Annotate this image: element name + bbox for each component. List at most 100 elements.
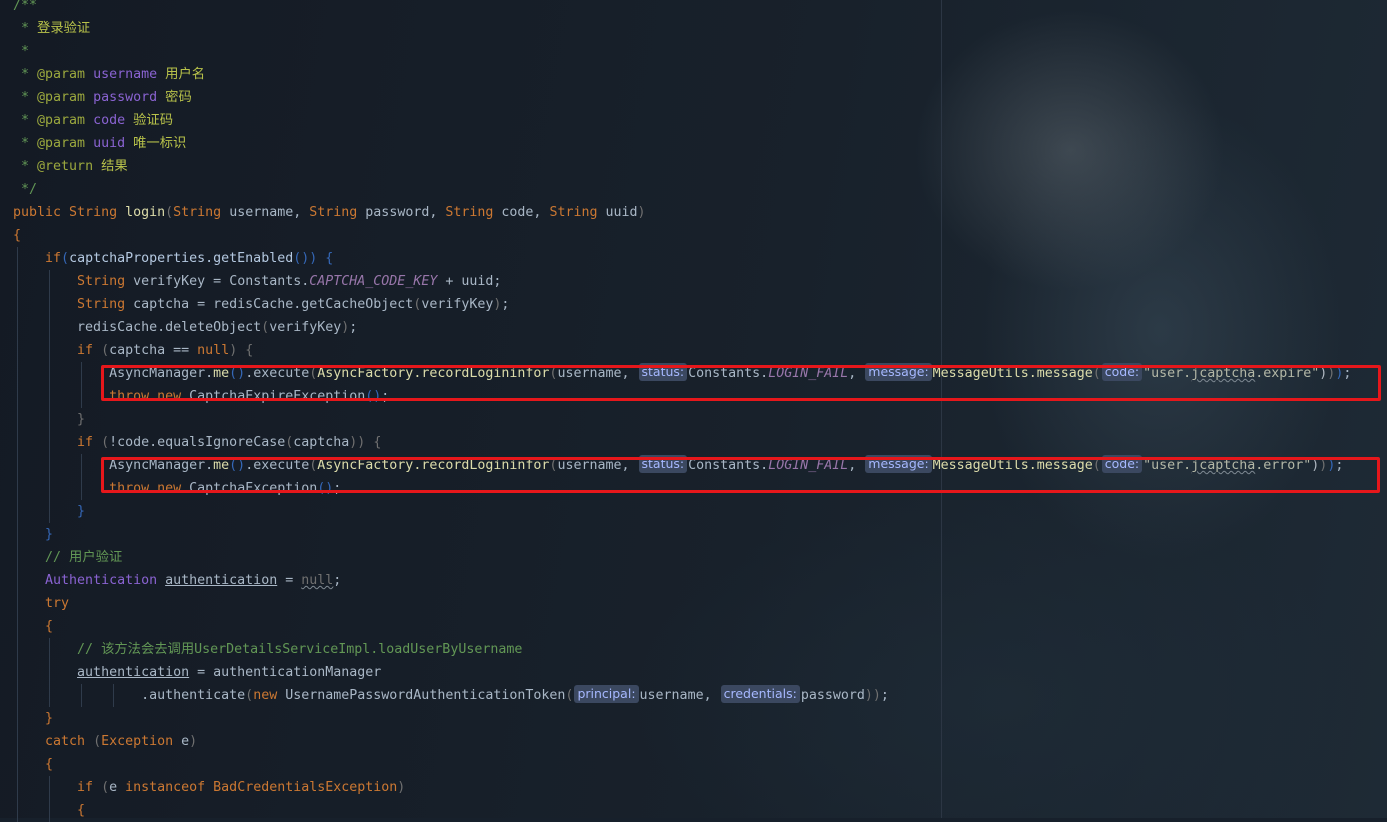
- code-token: redisCache.deleteObject: [77, 320, 262, 335]
- parameter-hint: code:: [1101, 363, 1143, 381]
- parameter-hint: credentials:: [720, 685, 800, 703]
- code-token: ): [872, 688, 881, 703]
- code-token: username,: [557, 366, 638, 381]
- code-token: catch: [45, 734, 94, 749]
- code-token: ;: [349, 320, 358, 335]
- indent-guide: [49, 408, 50, 431]
- indent-guide: [49, 500, 50, 523]
- code-token: MessageUtils.message: [932, 366, 1093, 381]
- indent-guide: [17, 523, 18, 546]
- code-token: authentication: [165, 573, 278, 588]
- indent-guide: [49, 339, 50, 362]
- indent-guide: [49, 799, 50, 822]
- code-line: Authentication authentication = null;: [13, 569, 1351, 592]
- indent-guide: [49, 362, 50, 385]
- code-token: password,: [365, 205, 446, 220]
- code-line: try: [13, 592, 1351, 615]
- indent-guide: [17, 431, 18, 454]
- code-token: Constants.: [688, 366, 769, 381]
- code-token: {: [45, 619, 54, 634]
- code-token: if: [77, 780, 102, 795]
- code-token: BadCredentialsException: [213, 780, 398, 795]
- code-token: instanceof: [125, 780, 214, 795]
- code-line: if (!code.equalsIgnoreCase(captcha)) {: [13, 431, 1351, 454]
- code-token: code: [93, 113, 126, 128]
- code-line: String captcha = redisCache.getCacheObje…: [13, 293, 1351, 316]
- code-token: ;: [501, 297, 510, 312]
- code-token: }: [45, 711, 54, 726]
- indent-guide: [81, 385, 82, 408]
- indent-guide: [17, 247, 18, 270]
- code-token: username,: [557, 458, 638, 473]
- code-token: Constants.: [688, 458, 769, 473]
- code-editor[interactable]: /** * 登录验证 * * @param username 用户名 * @pa…: [13, 0, 1351, 822]
- indent-guide: [49, 477, 50, 500]
- code-line: {: [13, 799, 1351, 822]
- code-token: LOGIN_FAIL: [768, 458, 849, 473]
- code-token: username,: [229, 205, 310, 220]
- indent-guide: [17, 362, 18, 385]
- indent-guide: [49, 661, 50, 684]
- code-token: ;: [381, 389, 390, 404]
- code-token: @param: [37, 113, 86, 128]
- indent-guide: [49, 270, 50, 293]
- indent-guide: [17, 293, 18, 316]
- code-line: * @return 结果: [13, 155, 1351, 178]
- code-line: * @param code 验证码: [13, 109, 1351, 132]
- code-line: AsyncManager.me().execute (AsyncFactory.r…: [13, 454, 1351, 477]
- code-line: }: [13, 500, 1351, 523]
- code-token: login: [125, 205, 166, 220]
- code-token: (: [245, 688, 254, 703]
- code-token: verifyKey: [269, 320, 342, 335]
- indent-guide: [17, 592, 18, 615]
- code-token: String: [309, 205, 366, 220]
- code-token: MessageUtils.message: [932, 458, 1093, 473]
- code-token: String: [445, 205, 502, 220]
- indent-guide: [49, 293, 50, 316]
- code-line: redisCache.deleteObject(verifyKey);: [13, 316, 1351, 339]
- code-token: *: [13, 90, 38, 105]
- indent-guide: [17, 569, 18, 592]
- code-token: e: [109, 780, 126, 795]
- code-token: null: [197, 343, 230, 358]
- code-token: ): [637, 205, 646, 220]
- indent-guide: [17, 615, 18, 638]
- code-token: CAPTCHA_CODE_KEY: [309, 274, 438, 289]
- code-token: captchaProperties.getEnabled: [69, 251, 294, 266]
- code-token: (): [317, 481, 334, 496]
- indent-guide: [17, 339, 18, 362]
- code-line: }: [13, 707, 1351, 730]
- code-token: uuid: [605, 205, 638, 220]
- code-line: {: [13, 753, 1351, 776]
- code-token: (: [61, 251, 70, 266]
- code-token: AsyncFactory.recordLogininfor: [317, 458, 550, 473]
- code-token: String: [173, 205, 230, 220]
- code-token: *: [13, 67, 38, 82]
- code-token: @param: [37, 136, 86, 151]
- code-line: }: [13, 523, 1351, 546]
- code-line: throw new CaptchaExpireException();: [13, 385, 1351, 408]
- indent-guide: [17, 316, 18, 339]
- indent-guide: [17, 776, 18, 799]
- indent-guide: [81, 454, 82, 477]
- indent-guide: [49, 776, 50, 799]
- code-line: {: [13, 224, 1351, 247]
- code-token: 登录验证: [37, 21, 91, 36]
- indent-guide: [49, 638, 50, 661]
- code-token: (: [1092, 366, 1101, 381]
- code-token: {: [365, 435, 382, 450]
- indent-guide: [17, 730, 18, 753]
- code-token: 唯一标识: [125, 136, 187, 151]
- code-token: *: [13, 113, 38, 128]
- code-token: (: [101, 343, 110, 358]
- indent-guide: [49, 385, 50, 408]
- code-token: (): [365, 389, 382, 404]
- code-line: authentication = authenticationManager: [13, 661, 1351, 684]
- code-token: CaptchaExpireException: [189, 389, 366, 404]
